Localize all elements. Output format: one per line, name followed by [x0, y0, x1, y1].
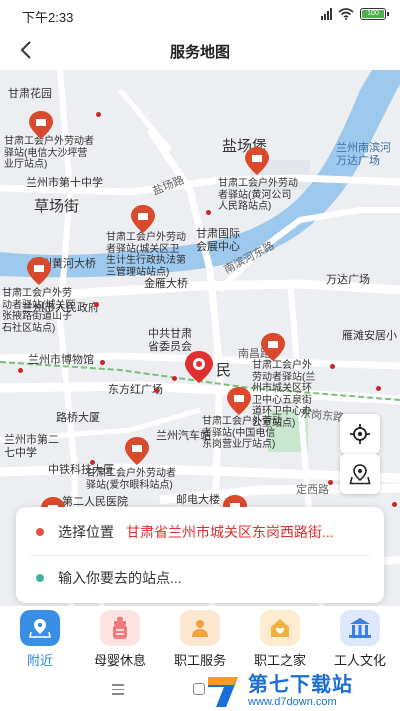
station-label: 甘肃工会户外劳动者驿站(城关区张掖路街道山子石社区站点)	[2, 288, 76, 334]
station-search-row[interactable]: 输入你要去的站点...	[16, 556, 384, 600]
watermark-url: www.d7down.com	[248, 696, 337, 708]
wifi-icon	[338, 8, 354, 20]
location-panel: 选择位置 甘肃省兰州市城关区东岗西路街... 输入你要去的站点...	[16, 507, 384, 603]
poi-dot	[94, 302, 99, 307]
station-pin-icon[interactable]	[226, 386, 252, 416]
nav-label: 职工服务	[173, 653, 226, 668]
poi-dot	[100, 360, 105, 365]
status-icons: 100	[321, 8, 389, 20]
station-label: 甘肃工会户外劳动者驿站(黄河公司人民路站点)	[218, 178, 298, 212]
station-label: 甘肃工会户外劳动者驿站(中国电信东岗营业厅站点)	[202, 416, 282, 450]
select-location-row[interactable]: 选择位置 甘肃省兰州市城关区东岗西路街...	[16, 510, 384, 554]
poi-dot	[330, 364, 335, 369]
station-label: 甘肃工会户外劳动者驿站(城关区卫生计生行政执法第三管理站站点)	[106, 232, 186, 278]
poi-dot	[376, 386, 381, 391]
station-pin-icon[interactable]	[260, 332, 286, 362]
map-label: 兰州市博物馆	[28, 354, 94, 366]
green-dot-icon	[36, 574, 44, 582]
nav-item-worker-service[interactable]: 职工服务	[160, 606, 240, 670]
map-label: 金雁大桥	[144, 278, 188, 290]
red-dot-icon	[36, 528, 44, 536]
map-label: 兰州市第十中学	[26, 177, 103, 189]
category-nav: 附近 母婴休息 职工服务 职工之家 工人文化	[0, 606, 400, 670]
map-pin-icon	[349, 464, 371, 485]
battery-level: 100	[362, 10, 384, 18]
station-label: 甘肃工会户外劳动者驿站(爱尔眼科站点)	[86, 468, 176, 491]
station-pin-icon[interactable]	[130, 204, 156, 234]
nav-item-worker-home[interactable]: 职工之家	[240, 606, 320, 670]
selected-address[interactable]: 甘肃省兰州市城关区东岗西路街...	[126, 522, 334, 542]
map-label: 甘肃花园	[8, 88, 52, 100]
nav-label: 工人文化	[333, 653, 386, 668]
signal-icon	[321, 8, 332, 20]
watermark: 第七下载站 www.d7down.com	[204, 672, 394, 710]
map-label: 民	[216, 362, 232, 379]
map-label: 兰州南滨河 万达广场	[336, 142, 391, 167]
nav-label: 职工之家	[253, 653, 306, 668]
current-location-marker-icon	[185, 351, 213, 383]
watermark-title: 第七下载站	[248, 674, 353, 696]
map-label: 万达广场	[326, 274, 370, 286]
nav-item-worker-culture[interactable]: 工人文化	[320, 606, 400, 670]
menu-icon[interactable]	[112, 684, 124, 698]
culture-building-icon	[340, 610, 380, 646]
select-location-label: 选择位置	[58, 524, 114, 540]
title-bar: 服务地图	[0, 30, 400, 70]
station-pin-icon[interactable]	[244, 146, 270, 176]
nav-item-mother-baby[interactable]: 母婴休息	[80, 606, 160, 670]
battery-icon: 100	[360, 8, 389, 20]
baby-bottle-icon	[100, 610, 140, 646]
map-route-button[interactable]	[340, 454, 380, 494]
poi-dot	[154, 388, 159, 393]
map-label: 雁滩安居小	[342, 330, 397, 342]
station-label: 甘肃工会户外劳动者驿站(电信大沙坪营业厅站点)	[4, 136, 94, 170]
watermark-logo-icon	[208, 677, 238, 707]
map-label: 路桥大厦	[56, 412, 100, 424]
poi-dot	[18, 368, 23, 373]
nav-label: 附近	[26, 653, 53, 668]
station-pin-icon[interactable]	[124, 436, 150, 466]
page-title: 服务地图	[169, 44, 230, 61]
map-label: 定西路	[296, 484, 329, 496]
poi-dot	[96, 112, 101, 117]
poi-dot	[172, 376, 177, 381]
status-time: 下午2:33	[22, 10, 74, 25]
poi-dot	[206, 210, 211, 215]
poi-dot	[392, 502, 397, 507]
service-person-icon	[180, 610, 220, 646]
poi-dot	[328, 480, 333, 485]
nav-item-nearby[interactable]: 附近	[0, 606, 80, 670]
status-bar: 下午2:33 100	[0, 0, 400, 30]
station-pin-icon[interactable]	[26, 256, 52, 286]
map-label: 草场街	[34, 198, 80, 215]
crosshair-icon	[350, 424, 370, 444]
map-label: 甘肃国际 会展中心	[196, 228, 240, 253]
map-label: 邮电大楼	[176, 494, 220, 506]
poi-dot	[90, 460, 95, 465]
station-pin-icon[interactable]	[28, 110, 54, 140]
locate-me-button[interactable]	[340, 414, 380, 454]
home-heart-icon	[260, 610, 300, 646]
nav-label: 母婴休息	[93, 653, 146, 668]
station-search-input[interactable]: 输入你要去的站点...	[58, 568, 182, 588]
map-location-icon	[20, 610, 60, 646]
map-label: 兰州市第二 七中学	[4, 434, 59, 459]
